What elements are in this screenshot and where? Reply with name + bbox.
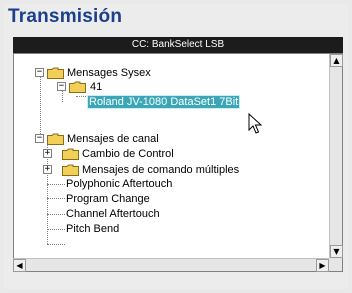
folder-icon xyxy=(47,133,64,145)
tree-item-label: Mensajes de comando múltiples xyxy=(82,164,240,176)
tree-item-label: Cambio de Control xyxy=(82,148,174,160)
tree-item-label: Channel Aftertouch xyxy=(66,208,160,220)
scroll-up-button[interactable]: ▲ xyxy=(330,54,343,67)
tree-item-mensages-sysex[interactable]: Mensages Sysex xyxy=(67,66,151,80)
scroll-left-button[interactable]: ◀ xyxy=(13,259,26,272)
tree-item-41[interactable]: 41 xyxy=(90,80,102,94)
tree-item-mensajes-comando-multiples[interactable]: Mensajes de comando múltiples xyxy=(82,163,239,177)
horizontal-scrollbar[interactable]: ◀ ▶ xyxy=(13,258,329,272)
tree-item-cambio-de-control[interactable]: Cambio de Control xyxy=(82,147,174,161)
tree-item-label: Pitch Bend xyxy=(66,223,120,235)
tree-item-program-change[interactable]: Program Change xyxy=(66,192,150,206)
tree-item-label: Program Change xyxy=(66,193,150,205)
tree-line xyxy=(47,198,65,199)
mouse-pointer-icon xyxy=(248,113,262,134)
tree-item-mensajes-de-canal[interactable]: Mensajes de canal xyxy=(67,132,159,146)
panel-title: Transmisión xyxy=(8,6,123,27)
expand-icon[interactable]: + xyxy=(43,149,52,158)
tree-line xyxy=(40,74,41,140)
scrollbar-corner xyxy=(329,258,342,271)
tree-view[interactable]: − Mensages Sysex − 41 Roland JV-1080 Dat… xyxy=(13,53,343,272)
folder-icon xyxy=(69,81,86,93)
folder-icon xyxy=(62,148,79,160)
scroll-right-button[interactable]: ▶ xyxy=(316,259,329,272)
tree-item-roland-jv1080[interactable]: Roland JV-1080 DataSet1 7Bit xyxy=(86,95,241,109)
tree-item-label: Polyphonic Aftertouch xyxy=(66,178,173,190)
expand-icon[interactable]: + xyxy=(43,165,52,174)
vertical-scrollbar[interactable]: ▲ ▼ xyxy=(329,54,343,258)
collapse-icon[interactable]: − xyxy=(35,134,44,143)
folder-icon xyxy=(62,164,79,176)
tree-item-channel-aftertouch[interactable]: Channel Aftertouch xyxy=(66,207,160,221)
tree-item-polyphonic-aftertouch[interactable]: Polyphonic Aftertouch xyxy=(66,177,172,191)
column-header-label: CC: BankSelect LSB xyxy=(131,39,225,50)
tree-item-label: Mensages Sysex xyxy=(67,67,151,79)
tree-item-label: Mensajes de canal xyxy=(67,133,159,145)
tree-item-pitch-bend[interactable]: Pitch Bend xyxy=(66,222,119,236)
collapse-icon[interactable]: − xyxy=(35,68,44,77)
tree-item-label: 41 xyxy=(90,81,103,93)
tree-line xyxy=(76,96,88,97)
scroll-down-button[interactable]: ▼ xyxy=(330,245,343,258)
tree-line xyxy=(47,244,65,245)
tree-line xyxy=(47,184,65,185)
tree-line xyxy=(47,214,65,215)
column-header: CC: BankSelect LSB xyxy=(13,37,343,53)
tree-item-label: Roland JV-1080 DataSet1 7Bit xyxy=(86,95,241,109)
collapse-icon[interactable]: − xyxy=(57,82,66,91)
tree-line xyxy=(47,229,65,230)
folder-icon xyxy=(47,67,64,79)
